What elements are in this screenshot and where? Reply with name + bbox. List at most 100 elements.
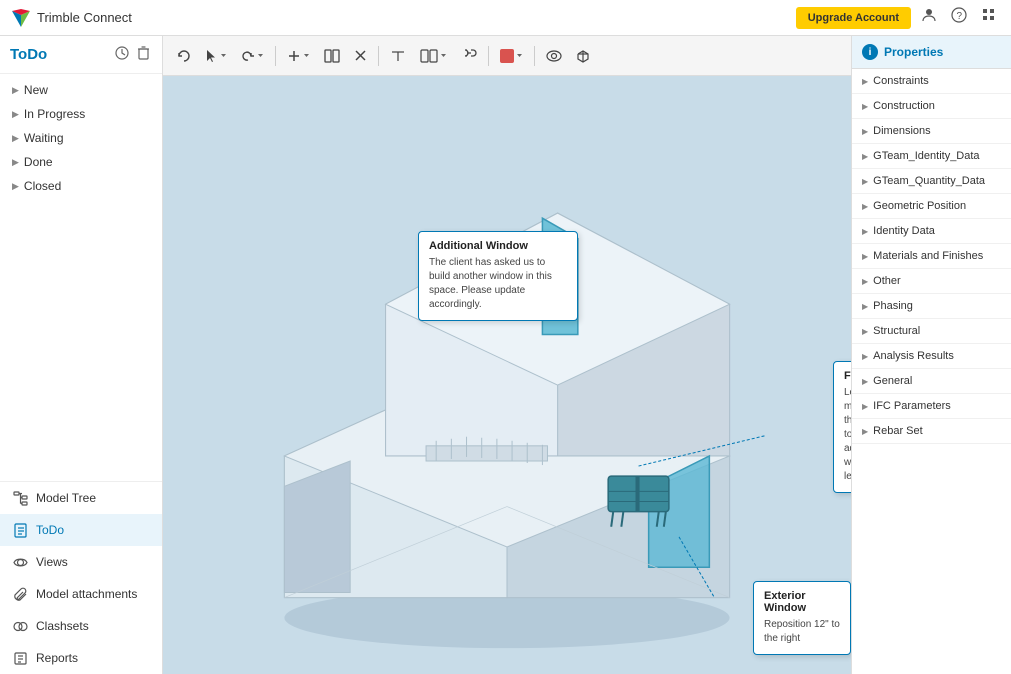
cursor-icon: [205, 49, 218, 63]
toolbar-separator: [378, 46, 379, 66]
chevron-icon: ▶: [862, 427, 868, 436]
apps-icon-btn[interactable]: [977, 3, 1001, 32]
annotation-furniture-text: Let's try moving this over to the adjace…: [844, 386, 851, 484]
chevron-icon: ▶: [862, 402, 868, 411]
help-icon-btn[interactable]: ?: [947, 3, 971, 32]
undo-button[interactable]: [171, 45, 197, 67]
chevron-icon: ▶: [862, 127, 868, 136]
chevron-icon: ▶: [862, 102, 868, 111]
prop-dimensions[interactable]: ▶ Dimensions: [852, 119, 1011, 144]
todo-title: ToDo: [10, 46, 47, 63]
todo-group-inprogress[interactable]: ▶ In Progress: [0, 102, 162, 126]
info-icon: i: [862, 44, 878, 60]
trimble-logo: Trimble Connect: [10, 7, 132, 29]
x-icon: [354, 49, 367, 62]
user-icon-btn[interactable]: [917, 3, 941, 32]
rotate-button[interactable]: [235, 45, 270, 67]
group-button[interactable]: [414, 45, 453, 67]
delete-button[interactable]: [135, 44, 152, 65]
group-label: New: [24, 83, 48, 97]
link-button[interactable]: [455, 45, 483, 67]
todo-icon: [12, 522, 28, 538]
right-panel: i Properties ▶ Constraints ▶ Constructio…: [851, 36, 1011, 674]
add-button[interactable]: [281, 45, 316, 67]
upgrade-button[interactable]: Upgrade Account: [796, 7, 911, 29]
chevron-icon: ▶: [862, 277, 868, 286]
attachment-icon: [12, 586, 28, 602]
sidebar-item-model-attachments[interactable]: Model attachments: [0, 578, 162, 610]
group-label: In Progress: [24, 107, 85, 121]
sidebar-item-clashsets[interactable]: Clashsets: [0, 610, 162, 642]
annotation-exterior-text: Reposition 12" to the right: [764, 618, 840, 646]
clash-icon: [12, 618, 28, 634]
prop-geometric-position[interactable]: ▶ Geometric Position: [852, 194, 1011, 219]
annotation-exterior-title: Exterior Window: [764, 590, 840, 614]
chevron-icon: ▶: [862, 177, 868, 186]
prop-label: Dimensions: [873, 125, 930, 137]
prop-gteam-identity[interactable]: ▶ GTeam_Identity_Data: [852, 144, 1011, 169]
prop-label: IFC Parameters: [873, 400, 951, 412]
prop-constraints[interactable]: ▶ Constraints: [852, 69, 1011, 94]
prop-label: Identity Data: [873, 225, 935, 237]
prop-ifc-parameters[interactable]: ▶ IFC Parameters: [852, 394, 1011, 419]
prop-structural[interactable]: ▶ Structural: [852, 319, 1011, 344]
todo-group-waiting[interactable]: ▶ Waiting: [0, 126, 162, 150]
nav-label: Reports: [36, 651, 78, 665]
history-button[interactable]: [113, 44, 131, 65]
chevron-icon: ▶: [12, 85, 19, 96]
top-bar: Trimble Connect Upgrade Account ?: [0, 0, 1011, 36]
todo-group-new[interactable]: ▶ New: [0, 78, 162, 102]
todo-group-closed[interactable]: ▶ Closed: [0, 174, 162, 198]
prop-identity-data[interactable]: ▶ Identity Data: [852, 219, 1011, 244]
annotation-exterior[interactable]: Exterior Window Reposition 12" to the ri…: [753, 581, 851, 655]
main-layout: ToDo: [0, 36, 1011, 674]
prop-label: Materials and Finishes: [873, 250, 983, 262]
top-bar-right: Upgrade Account ?: [796, 3, 1001, 32]
color-button[interactable]: [494, 45, 529, 67]
panel-icon: [324, 49, 340, 63]
toolbar-separator: [534, 46, 535, 66]
prop-construction[interactable]: ▶ Construction: [852, 94, 1011, 119]
dropdown-arrow-icon: [220, 52, 227, 59]
viewport[interactable]: Additional Window The client has asked u…: [163, 76, 851, 674]
panel-button[interactable]: [318, 45, 346, 67]
top-bar-left: Trimble Connect: [10, 7, 132, 29]
app-name: Trimble Connect: [37, 10, 132, 25]
prop-label: Constraints: [873, 75, 929, 87]
prop-other[interactable]: ▶ Other: [852, 269, 1011, 294]
annotation-furniture[interactable]: Furniture Let's try moving this over to …: [833, 361, 851, 493]
left-sidebar: ToDo: [0, 36, 163, 674]
chevron-icon: ▶: [862, 202, 868, 211]
toolbar-separator: [488, 46, 489, 66]
prop-analysis-results[interactable]: ▶ Analysis Results: [852, 344, 1011, 369]
reports-icon: [12, 650, 28, 666]
close-button[interactable]: [348, 45, 373, 66]
prop-gteam-quantity[interactable]: ▶ GTeam_Quantity_Data: [852, 169, 1011, 194]
chevron-icon: ▶: [862, 227, 868, 236]
sidebar-item-todo[interactable]: ToDo: [0, 514, 162, 546]
prop-materials-finishes[interactable]: ▶ Materials and Finishes: [852, 244, 1011, 269]
annotation-window[interactable]: Additional Window The client has asked u…: [418, 231, 578, 321]
todo-group-done[interactable]: ▶ Done: [0, 150, 162, 174]
sidebar-item-views[interactable]: Views: [0, 546, 162, 578]
text-button[interactable]: [384, 45, 412, 67]
prop-label: Other: [873, 275, 901, 287]
sidebar-item-reports[interactable]: Reports: [0, 642, 162, 674]
prop-label: Construction: [873, 100, 935, 112]
color-swatch: [500, 49, 514, 63]
prop-phasing[interactable]: ▶ Phasing: [852, 294, 1011, 319]
group-label: Done: [24, 155, 53, 169]
prop-general[interactable]: ▶ General: [852, 369, 1011, 394]
group-label: Waiting: [24, 131, 64, 145]
prop-rebar-set[interactable]: ▶ Rebar Set: [852, 419, 1011, 444]
nav-label: Clashsets: [36, 619, 89, 633]
prop-label: Geometric Position: [873, 200, 966, 212]
chevron-icon: ▶: [12, 181, 19, 192]
sidebar-item-model-tree[interactable]: Model Tree: [0, 482, 162, 514]
properties-list: ▶ Constraints ▶ Construction ▶ Dimension…: [852, 69, 1011, 444]
prop-label: GTeam_Identity_Data: [873, 150, 979, 162]
cube-button[interactable]: [570, 45, 596, 67]
eye-button[interactable]: [540, 46, 568, 66]
text-icon: [390, 49, 406, 63]
cursor-button[interactable]: [199, 45, 233, 67]
